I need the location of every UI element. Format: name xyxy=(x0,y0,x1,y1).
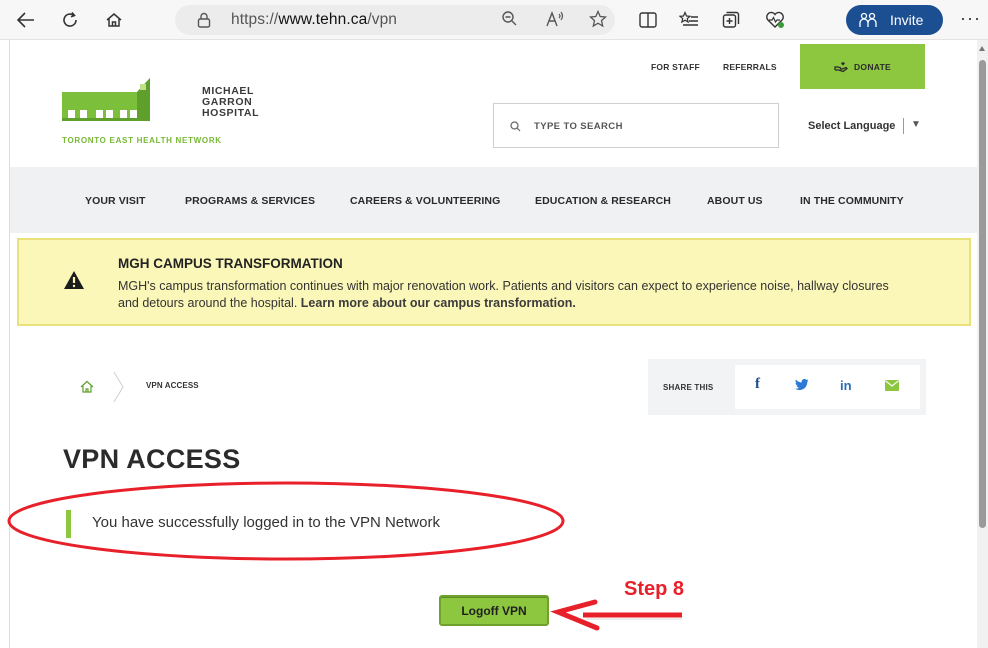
nav-your-visit[interactable]: YOUR VISIT xyxy=(85,195,146,207)
step-label: Step 8 xyxy=(624,578,685,600)
nav-programs-services[interactable]: PROGRAMS & SERVICES xyxy=(185,195,315,207)
breadcrumb-current: VPN ACCESS xyxy=(146,381,199,390)
site-search-input[interactable]: TYPE TO SEARCH xyxy=(493,103,779,148)
more-menu-button[interactable]: ··· xyxy=(960,8,981,29)
twitter-icon[interactable] xyxy=(795,379,808,390)
favorites-list-icon[interactable] xyxy=(678,9,700,31)
language-selector[interactable]: Select Language xyxy=(808,120,895,132)
read-aloud-icon[interactable] xyxy=(545,10,565,33)
logoff-vpn-button[interactable]: Logoff VPN xyxy=(439,595,549,626)
success-message: You have successfully logged in to the V… xyxy=(92,514,440,531)
alert-banner: MGH CAMPUS TRANSFORMATION MGH's campus t… xyxy=(17,238,971,326)
email-icon[interactable] xyxy=(885,380,899,391)
scroll-up-arrow-icon[interactable] xyxy=(979,46,985,51)
scrollbar-thumb[interactable] xyxy=(979,60,986,528)
nav-about-us[interactable]: ABOUT US xyxy=(707,195,763,207)
refresh-icon[interactable] xyxy=(56,6,84,34)
split-screen-icon[interactable] xyxy=(637,9,659,31)
logo-line-3: HOSPITAL xyxy=(202,107,260,119)
lock-icon xyxy=(197,12,211,28)
collections-icon[interactable] xyxy=(720,9,742,31)
address-bar[interactable]: https://www.tehn.ca/vpn xyxy=(175,5,615,35)
page-left-border xyxy=(9,40,10,648)
linkedin-icon[interactable]: in xyxy=(840,378,852,393)
nav-in-the-community[interactable]: IN THE COMMUNITY xyxy=(800,195,904,207)
message-accent-bar xyxy=(66,510,71,538)
language-divider xyxy=(903,118,904,134)
back-arrow-icon[interactable] xyxy=(12,6,40,34)
breadcrumb-home-icon[interactable] xyxy=(80,380,94,393)
donate-button[interactable]: DONATE xyxy=(800,44,925,89)
people-icon xyxy=(859,12,877,27)
share-box: SHARE THIS f in xyxy=(648,359,926,415)
top-link-referrals[interactable]: REFERRALS xyxy=(723,62,777,72)
main-navigation: YOUR VISIT PROGRAMS & SERVICES CAREERS &… xyxy=(10,167,977,233)
chevron-down-icon[interactable]: ▼ xyxy=(911,119,921,130)
campus-transformation-link[interactable]: Learn more about our campus transformati… xyxy=(301,296,576,310)
donate-label: DONATE xyxy=(853,61,892,72)
invite-button[interactable]: Invite xyxy=(846,5,943,35)
invite-label: Invite xyxy=(890,12,924,28)
search-icon xyxy=(510,121,521,132)
favorite-star-icon[interactable] xyxy=(588,9,608,33)
facebook-icon[interactable]: f xyxy=(755,376,760,393)
vertical-scrollbar[interactable] xyxy=(977,40,988,648)
share-icons: f in xyxy=(735,365,920,409)
zoom-icon[interactable] xyxy=(501,10,518,32)
logo-subtitle: TORONTO EAST HEALTH NETWORK xyxy=(62,136,222,145)
hand-heart-icon xyxy=(834,61,848,72)
browser-toolbar: https://www.tehn.ca/vpn Invite ··· xyxy=(0,0,988,40)
url-text: https://www.tehn.ca/vpn xyxy=(231,11,398,28)
browser-essentials-icon[interactable] xyxy=(764,9,786,31)
share-label: SHARE THIS xyxy=(663,383,714,392)
nav-education-research[interactable]: EDUCATION & RESEARCH xyxy=(535,195,671,207)
alert-body: MGH's campus transformation continues wi… xyxy=(118,278,908,312)
alert-title: MGH CAMPUS TRANSFORMATION xyxy=(118,256,343,271)
search-placeholder: TYPE TO SEARCH xyxy=(534,121,623,132)
nav-careers-volunteering[interactable]: CAREERS & VOLUNTEERING xyxy=(350,195,500,207)
home-icon[interactable] xyxy=(100,6,128,34)
top-link-for-staff[interactable]: FOR STAFF xyxy=(651,62,700,72)
breadcrumb-separator-icon xyxy=(113,371,124,403)
step-arrow-icon xyxy=(550,599,682,631)
logo-mark-icon xyxy=(62,78,150,121)
warning-icon xyxy=(64,271,84,289)
page-title: VPN ACCESS xyxy=(63,444,241,474)
